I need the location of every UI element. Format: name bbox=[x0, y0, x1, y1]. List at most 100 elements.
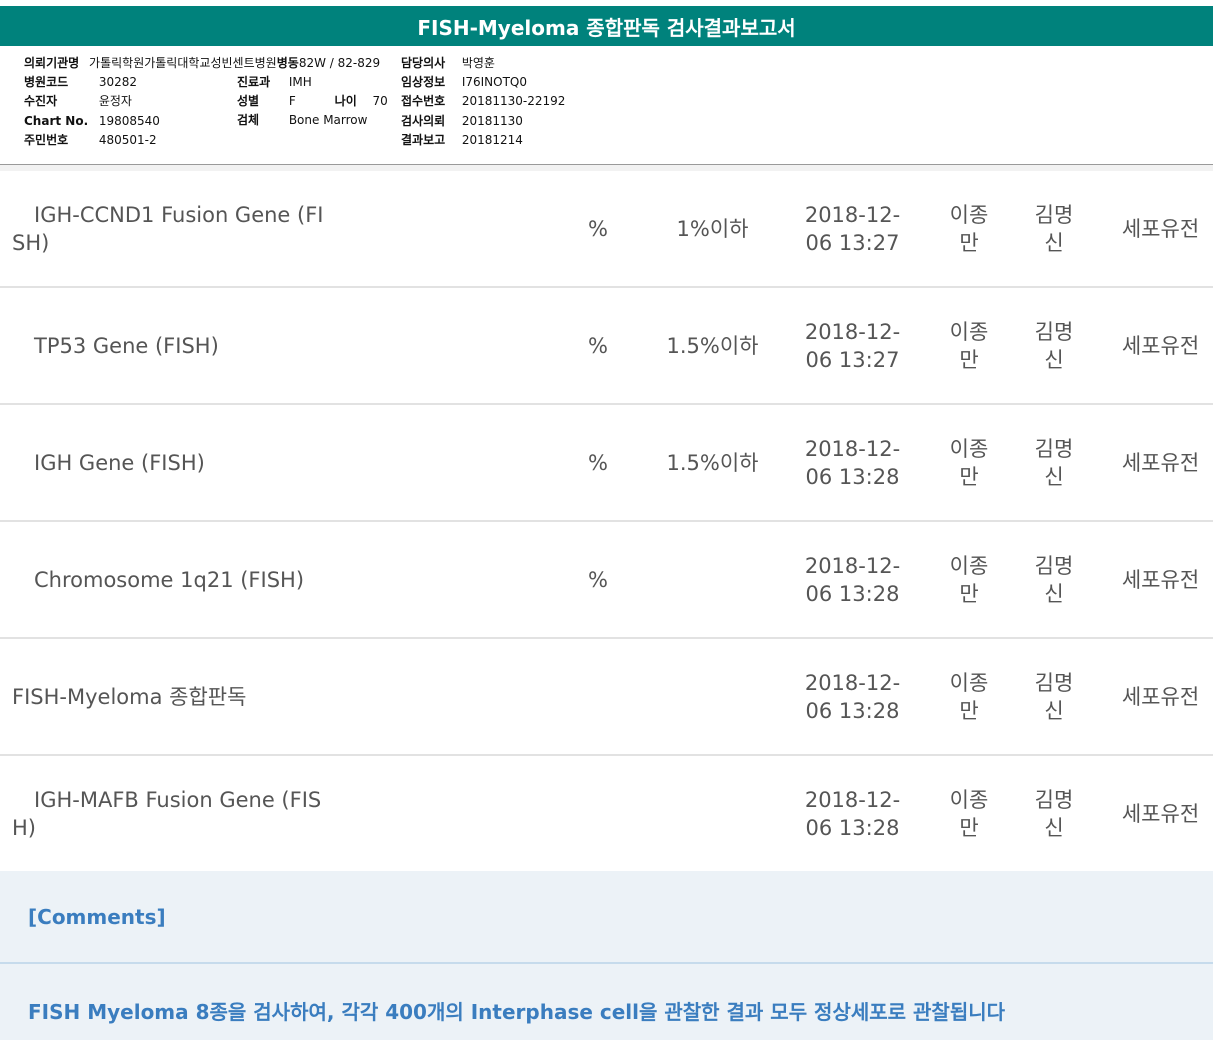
result-tester-text: 이종 만 bbox=[949, 787, 989, 840]
result-department-text: 세포유전 bbox=[1121, 216, 1200, 241]
result-name: IGH Gene (FISH) bbox=[12, 405, 332, 520]
specimen-value: Bone Marrow bbox=[288, 113, 368, 127]
receipt-row: 접수번호 20181130-22192 bbox=[401, 92, 565, 110]
hospital-value: 가톨릭학원가톨릭대학교성빈센트병원 bbox=[89, 56, 277, 70]
result-datetime-text: 2018-12- 06 13:28 bbox=[804, 436, 901, 489]
result-reference-text: 1.5%이하 bbox=[666, 333, 759, 358]
result-name: FISH-Myeloma 종합판독 bbox=[12, 639, 332, 754]
result-tester-text: 이종 만 bbox=[949, 436, 989, 489]
result-unit: % bbox=[588, 288, 628, 403]
result-name-text: FISH-Myeloma 종합판독 bbox=[12, 684, 247, 709]
ward-label: 병동 bbox=[276, 56, 299, 70]
result-name-text: Chromosome 1q21 (FISH) bbox=[34, 567, 305, 592]
result-reviewer-text: 김명 신 bbox=[1034, 202, 1074, 255]
result-department: 세포유전 bbox=[1108, 171, 1213, 286]
result-department: 세포유전 bbox=[1108, 288, 1213, 403]
result-department: 세포유전 bbox=[1108, 756, 1213, 871]
patient-label: 수진자 bbox=[24, 94, 58, 108]
result-reference-text: 1.5%이하 bbox=[666, 450, 759, 475]
sex-label: 성별 bbox=[237, 94, 260, 108]
result-reviewer: 김명 신 bbox=[1030, 171, 1078, 286]
sex-age-row: 성별 F 나이 70 bbox=[237, 92, 388, 110]
result-tester: 이종 만 bbox=[945, 522, 993, 637]
result-tester-text: 이종 만 bbox=[949, 670, 989, 723]
result-reviewer: 김명 신 bbox=[1030, 639, 1078, 754]
result-reference bbox=[650, 522, 775, 637]
result-datetime: 2018-12- 06 13:28 bbox=[795, 639, 910, 754]
result-reference bbox=[650, 639, 775, 754]
chart-label: Chart No. bbox=[24, 114, 89, 128]
result-department-text: 세포유전 bbox=[1121, 801, 1200, 826]
request-label: 검사의뢰 bbox=[401, 114, 446, 128]
hospital-code-row: 병원코드 30282 bbox=[24, 73, 137, 91]
result-name: TP53 Gene (FISH) bbox=[12, 288, 332, 403]
hospital-row: 의뢰기관명 가톨릭학원가톨릭대학교성빈센트병원병동82W / 82-829 bbox=[24, 54, 380, 72]
result-tester-text: 이종 만 bbox=[949, 553, 989, 606]
result-name-text: IGH Gene (FISH) bbox=[34, 450, 205, 475]
id-value: 480501-2 bbox=[98, 133, 157, 147]
result-unit: % bbox=[588, 405, 628, 520]
comments-divider bbox=[0, 962, 1213, 964]
result-table: IGH-CCND1 Fusion Gene (FI SH)% 1%이하 2018-1… bbox=[0, 171, 1213, 873]
result-reviewer-text: 김명 신 bbox=[1034, 319, 1074, 372]
result-datetime: 2018-12- 06 13:28 bbox=[795, 405, 910, 520]
result-reviewer-text: 김명 신 bbox=[1034, 787, 1074, 840]
table-row: IGH-MAFB Fusion Gene (FIS H) 2018-12- 06 … bbox=[0, 756, 1213, 873]
result-tester-text: 이종 만 bbox=[949, 202, 989, 255]
result-datetime-text: 2018-12- 06 13:28 bbox=[804, 787, 901, 840]
result-tester: 이종 만 bbox=[945, 639, 993, 754]
result-datetime-text: 2018-12- 06 13:27 bbox=[804, 202, 901, 255]
id-row: 주민번호 480501-2 bbox=[24, 131, 157, 149]
result-department: 세포유전 bbox=[1108, 405, 1213, 520]
result-department: 세포유전 bbox=[1108, 639, 1213, 754]
result-reviewer: 김명 신 bbox=[1030, 288, 1078, 403]
patient-info-header: 의뢰기관명 가톨릭학원가톨릭대학교성빈센트병원병동82W / 82-829 병원… bbox=[0, 46, 1213, 165]
result-reviewer-text: 김명 신 bbox=[1034, 553, 1074, 606]
table-row: IGH Gene (FISH)% 1.5%이하 2018-12- 06 13:28 이… bbox=[0, 405, 1213, 522]
result-reviewer-text: 김명 신 bbox=[1034, 436, 1074, 489]
result-unit-text: % bbox=[588, 567, 608, 592]
result-reference: 1%이하 bbox=[650, 171, 775, 286]
request-row: 검사의뢰 20181130 bbox=[401, 112, 523, 130]
result-reviewer: 김명 신 bbox=[1030, 522, 1078, 637]
result-reference: 1.5%이하 bbox=[650, 288, 775, 403]
result-tester: 이종 만 bbox=[945, 171, 993, 286]
result-department-text: 세포유전 bbox=[1121, 684, 1200, 709]
patient-row: 수진자 윤정자 bbox=[24, 92, 132, 110]
result-unit: % bbox=[588, 171, 628, 286]
chart-row: Chart No. 19808540 bbox=[24, 112, 160, 130]
dept-label: 진료과 bbox=[237, 75, 271, 89]
result-name-text: IGH-MAFB Fusion Gene (FIS H) bbox=[12, 787, 322, 840]
result-datetime: 2018-12- 06 13:27 bbox=[795, 288, 910, 403]
report-date-label: 결과보고 bbox=[401, 133, 446, 147]
table-row: TP53 Gene (FISH)% 1.5%이하 2018-12- 06 13:27… bbox=[0, 288, 1213, 405]
result-unit bbox=[588, 639, 628, 754]
report-title: FISH-Myeloma 종합판독 검사결과보고서 bbox=[417, 15, 796, 40]
age-label: 나이 bbox=[334, 94, 357, 108]
result-datetime: 2018-12- 06 13:28 bbox=[795, 756, 910, 871]
age-value: 70 bbox=[372, 94, 388, 108]
result-datetime: 2018-12- 06 13:27 bbox=[795, 171, 910, 286]
comments-text: FISH Myeloma 8종을 검사하여, 각각 400개의 Interpha… bbox=[28, 1000, 1006, 1024]
result-datetime: 2018-12- 06 13:28 bbox=[795, 522, 910, 637]
result-reviewer-text: 김명 신 bbox=[1034, 670, 1074, 723]
result-name-text: TP53 Gene (FISH) bbox=[34, 333, 219, 358]
result-name-text: IGH-CCND1 Fusion Gene (FI SH) bbox=[12, 202, 324, 255]
patient-value: 윤정자 bbox=[98, 94, 132, 108]
doctor-label: 담당의사 bbox=[401, 56, 446, 70]
result-unit: % bbox=[588, 522, 628, 637]
report-title-bar: FISH-Myeloma 종합판독 검사결과보고서 bbox=[0, 0, 1213, 46]
table-row: IGH-CCND1 Fusion Gene (FI SH)% 1%이하 2018-1… bbox=[0, 171, 1213, 288]
result-department: 세포유전 bbox=[1108, 522, 1213, 637]
result-unit-text: % bbox=[588, 450, 608, 475]
result-reference bbox=[650, 756, 775, 871]
specimen-row: 검체 Bone Marrow bbox=[237, 111, 367, 129]
result-name: IGH-MAFB Fusion Gene (FIS H) bbox=[12, 756, 332, 871]
result-department-text: 세포유전 bbox=[1121, 567, 1200, 592]
sex-value: F bbox=[288, 94, 296, 108]
ward-value: 82W / 82-829 bbox=[298, 56, 381, 70]
doctor-row: 담당의사 박영훈 bbox=[401, 54, 495, 72]
result-unit-text: % bbox=[588, 216, 608, 241]
comments-section: [Comments] FISH Myeloma 8종을 검사하여, 각각 400… bbox=[0, 871, 1213, 1040]
result-tester-text: 이종 만 bbox=[949, 319, 989, 372]
